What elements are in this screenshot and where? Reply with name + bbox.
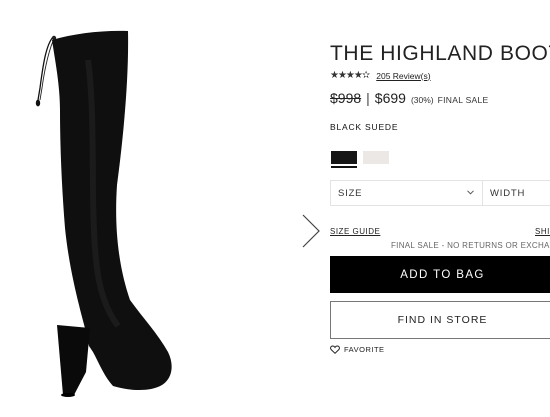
rating-row: ★★★★✫ 205 Review(s) <box>330 70 431 81</box>
size-guide-link[interactable]: SIZE GUIDE <box>330 227 380 236</box>
sale-price: $699 <box>374 90 406 106</box>
final-sale-badge: FINAL SALE <box>437 95 489 105</box>
add-to-bag-button[interactable]: ADD TO BAG <box>330 256 550 293</box>
price-separator: | <box>366 90 370 106</box>
swatch-chip <box>331 151 357 164</box>
favorite-button[interactable]: FAVORITE <box>330 345 385 354</box>
swatch-light[interactable] <box>363 151 389 168</box>
size-select-label: SIZE <box>338 187 363 199</box>
final-sale-note: FINAL SALE - NO RETURNS OR EXCHANGES <box>391 241 550 250</box>
color-name: BLACK SUEDE <box>330 122 399 132</box>
reviews-link[interactable]: 205 Review(s) <box>376 71 430 81</box>
swatch-chip <box>363 151 389 164</box>
price-row: $998 | $699 (30%) FINAL SALE <box>330 90 489 106</box>
next-image-icon[interactable] <box>300 213 322 249</box>
boot-product-image <box>35 30 172 397</box>
favorite-label: FAVORITE <box>344 345 385 354</box>
swatch-black-suede[interactable] <box>331 151 357 168</box>
width-select-label: WIDTH <box>490 187 526 199</box>
product-image-gallery <box>0 0 322 417</box>
shipping-link[interactable]: SHIPPING <box>535 227 550 236</box>
product-title: THE HIGHLAND BOOT <box>330 42 550 65</box>
original-price: $998 <box>330 90 362 106</box>
discount-percent: (30%) <box>410 95 434 105</box>
width-select[interactable]: WIDTH <box>482 180 550 206</box>
product-info-panel: THE HIGHLAND BOOT ★★★★✫ 205 Review(s) $9… <box>330 0 550 417</box>
chevron-down-icon <box>467 190 474 195</box>
rating-stars: ★★★★✫ <box>330 70 370 81</box>
size-select[interactable]: SIZE <box>330 180 483 206</box>
find-in-store-button[interactable]: FIND IN STORE <box>330 301 550 339</box>
heart-outline-icon <box>330 345 340 354</box>
